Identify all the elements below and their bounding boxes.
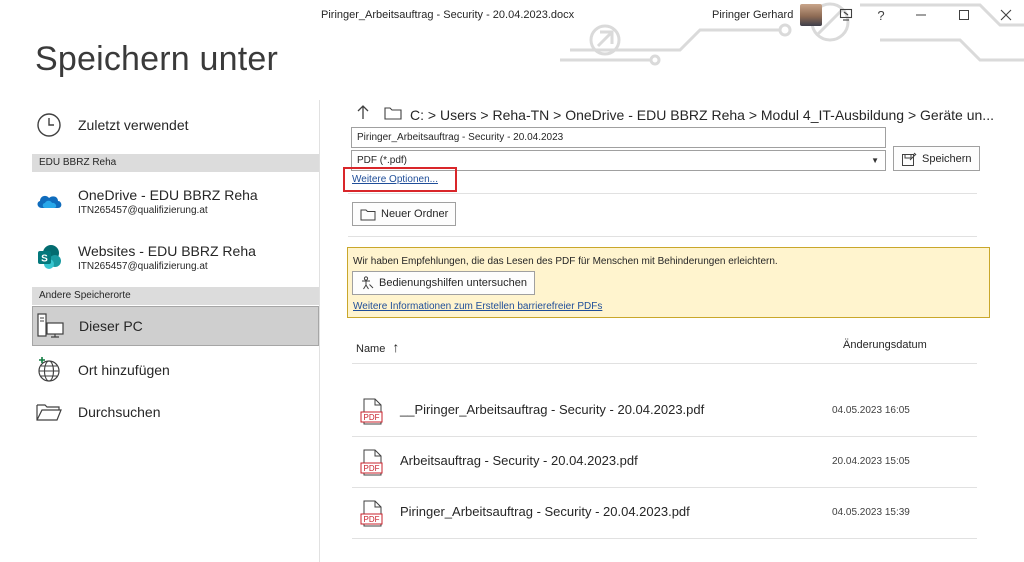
sort-arrow-icon: ↑ bbox=[392, 339, 400, 355]
divider bbox=[348, 236, 977, 237]
nav-add-place[interactable]: Ort hinzufügen bbox=[32, 354, 319, 386]
accessibility-check-button[interactable]: Bedienungshilfen untersuchen bbox=[352, 271, 536, 295]
nav-recent[interactable]: Zuletzt verwendet bbox=[32, 110, 319, 140]
accessibility-notice: Wir haben Empfehlungen, die das Lesen de… bbox=[347, 247, 990, 318]
new-folder-button[interactable]: Neuer Ordner bbox=[352, 202, 457, 226]
arrow-up-icon[interactable] bbox=[356, 104, 370, 125]
filename-value: Piringer_Arbeitsauftrag - Security - 20.… bbox=[357, 132, 564, 143]
folder-open-icon bbox=[32, 397, 66, 427]
page-title: Speichern unter bbox=[35, 40, 279, 78]
pdf-file-icon: PDF bbox=[360, 398, 386, 431]
section-header-org: EDU BBRZ Reha bbox=[32, 154, 319, 172]
accessibility-info-link[interactable]: Weitere Informationen zum Erstellen barr… bbox=[353, 301, 602, 312]
column-header-name[interactable]: Name ↑ bbox=[356, 339, 399, 355]
globe-add-icon bbox=[32, 355, 66, 385]
pdf-icon-label: PDF bbox=[364, 515, 380, 524]
user-name[interactable]: Piringer Gerhard bbox=[712, 9, 793, 21]
list-divider bbox=[352, 363, 977, 364]
onedrive-name: OneDrive - EDU BBRZ Reha bbox=[78, 186, 258, 203]
pane-divider bbox=[319, 100, 320, 562]
column-name-label: Name bbox=[356, 343, 386, 355]
accessibility-check-label: Bedienungshilfen untersuchen bbox=[379, 277, 528, 289]
filetype-value: PDF (*.pdf) bbox=[357, 155, 408, 166]
computer-icon bbox=[33, 311, 67, 341]
share-icon[interactable] bbox=[833, 3, 859, 27]
pdf-file-icon: PDF bbox=[360, 449, 386, 482]
nav-browse[interactable]: Durchsuchen bbox=[32, 396, 319, 428]
section-header-other: Andere Speicherorte bbox=[32, 287, 319, 305]
save-label: Speichern bbox=[922, 152, 972, 165]
save-icon bbox=[901, 151, 917, 167]
clock-icon bbox=[32, 110, 66, 140]
file-name: Arbeitsauftrag - Security - 20.04.2023.p… bbox=[400, 453, 638, 468]
file-row[interactable]: PDF Arbeitsauftrag - Security - 20.04.20… bbox=[352, 437, 977, 487]
pdf-icon-label: PDF bbox=[364, 413, 380, 422]
accessibility-message: Wir haben Empfehlungen, die das Lesen de… bbox=[353, 256, 778, 267]
nav-this-pc[interactable]: Dieser PC bbox=[32, 306, 319, 346]
sites-account: Websites - EDU BBRZ Reha ITN265457@quali… bbox=[78, 243, 256, 272]
file-row[interactable]: PDF Piringer_Arbeitsauftrag - Security -… bbox=[352, 488, 977, 538]
divider bbox=[348, 193, 977, 194]
onedrive-email: ITN265457@qualifizierung.at bbox=[78, 204, 208, 216]
nav-recent-label: Zuletzt verwendet bbox=[78, 117, 189, 133]
sharepoint-icon: S bbox=[32, 242, 66, 272]
column-header-modified[interactable]: Änderungsdatum bbox=[843, 339, 927, 351]
file-modified: 20.04.2023 15:05 bbox=[832, 456, 910, 467]
list-divider bbox=[352, 538, 977, 539]
new-folder-label: Neuer Ordner bbox=[381, 208, 449, 220]
breadcrumb: C: > Users > Reha-TN > OneDrive - EDU BB… bbox=[356, 104, 994, 125]
file-name: __Piringer_Arbeitsauftrag - Security - 2… bbox=[400, 402, 705, 417]
chevron-down-icon: ▼ bbox=[871, 156, 879, 165]
save-button[interactable]: Speichern bbox=[893, 146, 980, 171]
onedrive-cloud-icon bbox=[32, 186, 66, 216]
pdf-file-icon: PDF bbox=[360, 500, 386, 533]
sites-email: ITN265457@qualifizierung.at bbox=[78, 260, 208, 272]
file-row[interactable]: PDF __Piringer_Arbeitsauftrag - Security… bbox=[352, 386, 977, 436]
file-modified: 04.05.2023 15:39 bbox=[832, 507, 910, 518]
file-modified: 04.05.2023 16:05 bbox=[832, 405, 910, 416]
nav-add-place-label: Ort hinzufügen bbox=[78, 362, 170, 378]
close-icon[interactable] bbox=[993, 3, 1019, 27]
help-icon[interactable]: ? bbox=[868, 3, 894, 27]
onedrive-account: OneDrive - EDU BBRZ Reha ITN265457@quali… bbox=[78, 187, 258, 216]
svg-text:S: S bbox=[41, 254, 48, 265]
nav-sites[interactable]: S Websites - EDU BBRZ Reha ITN265457@qua… bbox=[32, 238, 319, 276]
filename-input[interactable]: Piringer_Arbeitsauftrag - Security - 20.… bbox=[351, 127, 886, 148]
new-folder-icon bbox=[360, 208, 376, 221]
accessibility-icon bbox=[360, 276, 374, 290]
nav-this-pc-label: Dieser PC bbox=[79, 318, 143, 334]
document-title: Piringer_Arbeitsauftrag - Security - 20.… bbox=[321, 9, 575, 21]
sites-name: Websites - EDU BBRZ Reha bbox=[78, 242, 256, 259]
maximize-icon[interactable] bbox=[951, 3, 977, 27]
avatar[interactable] bbox=[800, 4, 822, 26]
annotation-highlight-box bbox=[343, 167, 457, 192]
file-name: Piringer_Arbeitsauftrag - Security - 20.… bbox=[400, 504, 690, 519]
folder-icon bbox=[384, 106, 402, 123]
pdf-icon-label: PDF bbox=[364, 464, 380, 473]
nav-onedrive[interactable]: OneDrive - EDU BBRZ Reha ITN265457@quali… bbox=[32, 182, 319, 220]
minimize-icon[interactable] bbox=[908, 3, 934, 27]
breadcrumb-path[interactable]: C: > Users > Reha-TN > OneDrive - EDU BB… bbox=[410, 107, 994, 123]
nav-browse-label: Durchsuchen bbox=[78, 404, 161, 420]
title-bar: Piringer_Arbeitsauftrag - Security - 20.… bbox=[0, 0, 1024, 66]
